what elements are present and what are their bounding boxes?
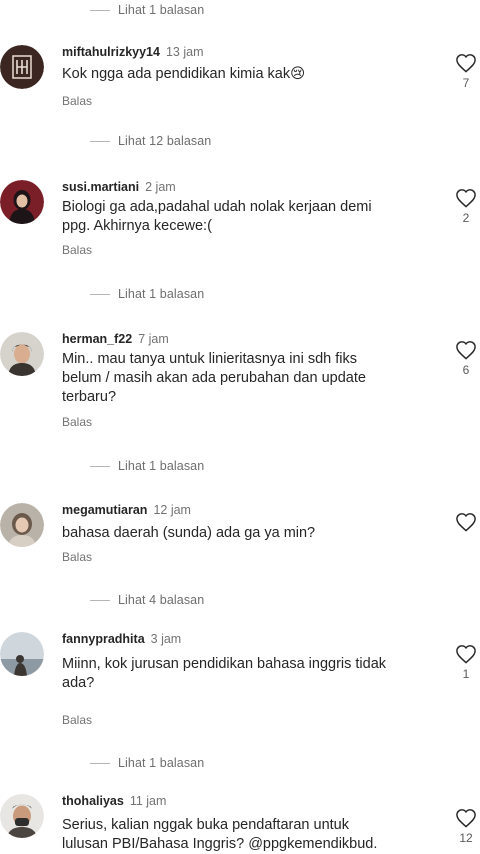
view-replies-link[interactable]: Lihat 4 balasan	[90, 592, 204, 608]
avatar[interactable]	[0, 503, 44, 547]
heart-outline-icon	[456, 809, 476, 828]
reply-button[interactable]: Balas	[62, 713, 92, 727]
view-replies-link[interactable]: Lihat 1 balasan	[90, 458, 204, 474]
like-button[interactable]: 7	[453, 53, 479, 90]
username[interactable]: miftahulrizkyy14	[62, 45, 160, 59]
timestamp: 11 jam	[129, 794, 167, 808]
like-count: 12	[459, 831, 473, 845]
view-replies-link[interactable]: Lihat 1 balasan	[90, 2, 204, 18]
like-button[interactable]	[453, 512, 479, 535]
heart-outline-icon	[456, 341, 476, 360]
username[interactable]: herman_f22	[62, 332, 132, 346]
like-button[interactable]: 12	[453, 808, 479, 845]
comment-meta: miftahulrizkyy14 13 jam	[62, 45, 204, 59]
reply-button[interactable]: Balas	[62, 94, 92, 108]
timestamp: 3 jam	[150, 632, 182, 646]
comment-meta: herman_f22 7 jam	[62, 332, 169, 346]
heart-outline-icon	[456, 189, 476, 208]
view-replies-label: Lihat 12 balasan	[118, 134, 212, 148]
comment-meta: susi.martiani 2 jam	[62, 180, 176, 194]
reply-button[interactable]: Balas	[62, 550, 92, 564]
comment-meta: megamutiaran 12 jam	[62, 503, 191, 517]
replies-divider	[90, 9, 110, 11]
replies-divider	[90, 599, 110, 601]
view-replies-label: Lihat 1 balasan	[118, 3, 205, 17]
comment-text: Kok ngga ada pendidikan kimia kak😢	[62, 66, 306, 82]
view-replies-link[interactable]: Lihat 1 balasan	[90, 755, 204, 771]
heart-outline-icon	[456, 513, 476, 532]
comment-text: Serius, kalian nggak buka pendaftaran un…	[62, 817, 378, 852]
username[interactable]: megamutiaran	[62, 503, 147, 517]
avatar[interactable]	[0, 632, 44, 676]
replies-divider	[90, 140, 110, 142]
like-count: 7	[462, 76, 470, 90]
like-button[interactable]: 2	[453, 188, 479, 225]
avatar[interactable]	[0, 180, 44, 224]
username[interactable]: fannypradhita	[62, 632, 145, 646]
avatar[interactable]	[0, 332, 44, 376]
timestamp: 2 jam	[145, 180, 176, 194]
comment-text: Miinn, kok jurusan pendidikan bahasa ing…	[62, 656, 387, 691]
like-button[interactable]: 1	[453, 644, 479, 681]
view-replies-label: Lihat 1 balasan	[118, 756, 205, 770]
heart-outline-icon	[456, 645, 476, 664]
like-count: 6	[462, 363, 470, 377]
replies-divider	[90, 465, 110, 467]
view-replies-link[interactable]: Lihat 12 balasan	[90, 133, 211, 149]
view-replies-label: Lihat 1 balasan	[118, 287, 205, 301]
comment-text: Biologi ga ada,padahal udah nolak kerjaa…	[62, 199, 372, 234]
comment-meta: fannypradhita 3 jam	[62, 632, 181, 646]
like-count: 2	[462, 211, 470, 225]
view-replies-link[interactable]: Lihat 1 balasan	[90, 286, 204, 302]
comment-text: Min.. mau tanya untuk linieritasnya ini …	[62, 351, 366, 405]
username[interactable]: thohaliyas	[62, 794, 124, 808]
comment-meta: thohaliyas 11 jam	[62, 794, 166, 808]
reply-button[interactable]: Balas	[62, 415, 92, 429]
avatar[interactable]	[0, 45, 44, 89]
view-replies-label: Lihat 1 balasan	[118, 459, 205, 473]
avatar[interactable]	[0, 794, 44, 838]
heart-outline-icon	[456, 54, 476, 73]
timestamp: 12 jam	[153, 503, 191, 517]
replies-divider	[90, 293, 110, 295]
username[interactable]: susi.martiani	[62, 180, 139, 194]
reply-button[interactable]: Balas	[62, 243, 92, 257]
like-button[interactable]: 6	[453, 340, 479, 377]
view-replies-label: Lihat 4 balasan	[118, 593, 205, 607]
like-count: 1	[462, 667, 470, 681]
timestamp: 13 jam	[165, 45, 204, 59]
comment-text: bahasa daerah (sunda) ada ga ya min?	[62, 525, 316, 541]
timestamp: 7 jam	[138, 332, 169, 346]
replies-divider	[90, 762, 110, 764]
